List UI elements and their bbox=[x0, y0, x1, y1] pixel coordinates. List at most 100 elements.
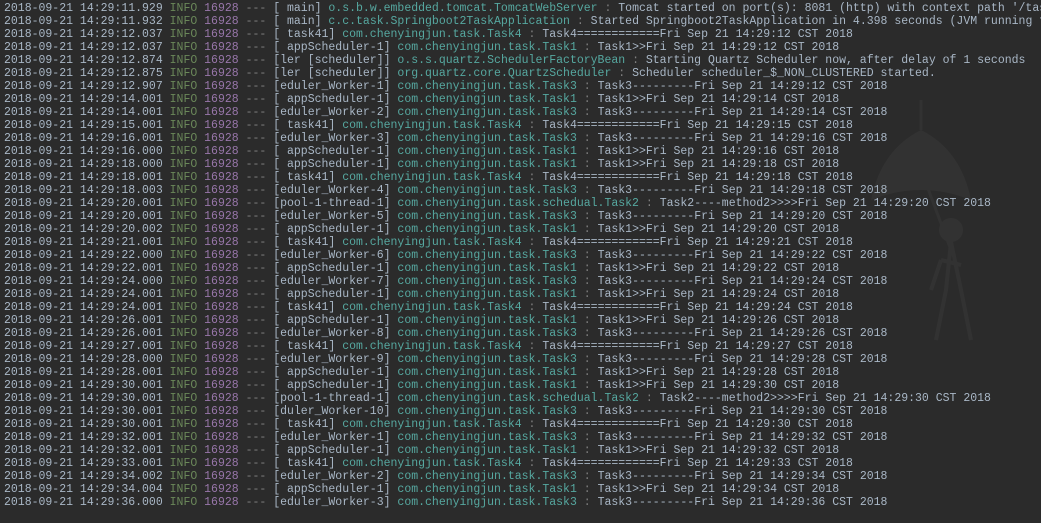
colon-separator: : bbox=[584, 223, 598, 236]
process-id: 16928 bbox=[204, 366, 239, 379]
log-line: 2018-09-21 14:29:28.001 INFO 16928 --- [… bbox=[4, 366, 1037, 379]
log-message: Task4============Fri Sep 21 14:29:21 CST… bbox=[542, 236, 853, 249]
log-level: INFO bbox=[170, 275, 198, 288]
log-line: 2018-09-21 14:29:30.001 INFO 16928 --- [… bbox=[4, 418, 1037, 431]
thread-name: [eduler_Worker-3] bbox=[273, 496, 397, 509]
log-level: INFO bbox=[170, 405, 198, 418]
log-line: 2018-09-21 14:29:20.001 INFO 16928 --- [… bbox=[4, 197, 1037, 210]
timestamp: 2018-09-21 14:29:12.907 bbox=[4, 80, 163, 93]
process-id: 16928 bbox=[204, 41, 239, 54]
logger-name: com.chenyingjun.task.Task1 bbox=[397, 93, 583, 106]
process-id: 16928 bbox=[204, 262, 239, 275]
logger-name: com.chenyingjun.task.Task1 bbox=[397, 41, 583, 54]
colon-separator: : bbox=[584, 93, 598, 106]
thread-name: [duler_Worker-10] bbox=[273, 405, 397, 418]
colon-separator: : bbox=[529, 171, 543, 184]
logger-name: com.chenyingjun.task.Task1 bbox=[397, 366, 583, 379]
thread-name: [ appScheduler-1] bbox=[273, 93, 397, 106]
process-id: 16928 bbox=[204, 54, 239, 67]
timestamp: 2018-09-21 14:29:32.001 bbox=[4, 444, 163, 457]
colon-separator: : bbox=[584, 366, 598, 379]
logger-name: com.chenyingjun.task.schedual.Task2 bbox=[397, 392, 645, 405]
colon-separator: : bbox=[646, 392, 660, 405]
log-message: Started Springboot2TaskApplication in 4.… bbox=[591, 15, 1041, 28]
thread-name: [ task41] bbox=[273, 418, 342, 431]
log-line: 2018-09-21 14:29:27.001 INFO 16928 --- [… bbox=[4, 340, 1037, 353]
log-message: Task1>>Fri Sep 21 14:29:32 CST 2018 bbox=[598, 444, 840, 457]
timestamp: 2018-09-21 14:29:34.002 bbox=[4, 470, 163, 483]
process-id: 16928 bbox=[204, 2, 239, 15]
log-message: Tomcat started on port(s): 8081 (http) w… bbox=[618, 2, 1041, 15]
separator: --- bbox=[239, 262, 274, 275]
process-id: 16928 bbox=[204, 119, 239, 132]
timestamp: 2018-09-21 14:29:20.001 bbox=[4, 197, 163, 210]
logger-name: com.chenyingjun.task.Task4 bbox=[342, 340, 528, 353]
colon-separator: : bbox=[529, 457, 543, 470]
logger-name: com.chenyingjun.task.Task3 bbox=[397, 275, 583, 288]
log-level: INFO bbox=[170, 132, 198, 145]
separator: --- bbox=[239, 249, 274, 262]
separator: --- bbox=[239, 145, 274, 158]
timestamp: 2018-09-21 14:29:14.001 bbox=[4, 93, 163, 106]
process-id: 16928 bbox=[204, 405, 239, 418]
process-id: 16928 bbox=[204, 158, 239, 171]
process-id: 16928 bbox=[204, 197, 239, 210]
separator: --- bbox=[239, 444, 274, 457]
timestamp: 2018-09-21 14:29:22.001 bbox=[4, 262, 163, 275]
colon-separator: : bbox=[584, 158, 598, 171]
log-level: INFO bbox=[170, 41, 198, 54]
log-line: 2018-09-21 14:29:11.929 INFO 16928 --- [… bbox=[4, 2, 1037, 15]
process-id: 16928 bbox=[204, 15, 239, 28]
logger-name: com.chenyingjun.task.Task3 bbox=[397, 496, 583, 509]
log-line: 2018-09-21 14:29:12.875 INFO 16928 --- [… bbox=[4, 67, 1037, 80]
log-message: Task4============Fri Sep 21 14:29:30 CST… bbox=[542, 418, 853, 431]
log-level: INFO bbox=[170, 301, 198, 314]
log-level: INFO bbox=[170, 262, 198, 275]
thread-name: [eduler_Worker-1] bbox=[273, 80, 397, 93]
timestamp: 2018-09-21 14:29:33.001 bbox=[4, 457, 163, 470]
separator: --- bbox=[239, 184, 274, 197]
process-id: 16928 bbox=[204, 496, 239, 509]
logger-name: com.chenyingjun.task.Task1 bbox=[397, 262, 583, 275]
log-output: 2018-09-21 14:29:11.929 INFO 16928 --- [… bbox=[4, 2, 1037, 509]
log-level: INFO bbox=[170, 431, 198, 444]
colon-separator: : bbox=[584, 132, 598, 145]
process-id: 16928 bbox=[204, 236, 239, 249]
log-line: 2018-09-21 14:29:24.001 INFO 16928 --- [… bbox=[4, 288, 1037, 301]
thread-name: [ appScheduler-1] bbox=[273, 483, 397, 496]
separator: --- bbox=[239, 496, 274, 509]
process-id: 16928 bbox=[204, 106, 239, 119]
thread-name: [ appScheduler-1] bbox=[273, 145, 397, 158]
logger-name: com.chenyingjun.task.Task4 bbox=[342, 28, 528, 41]
log-message: Task3---------Fri Sep 21 14:29:22 CST 20… bbox=[598, 249, 888, 262]
colon-separator: : bbox=[584, 379, 598, 392]
separator: --- bbox=[239, 314, 274, 327]
logger-name: com.chenyingjun.task.Task4 bbox=[342, 457, 528, 470]
separator: --- bbox=[239, 366, 274, 379]
colon-separator: : bbox=[618, 67, 632, 80]
log-message: Task1>>Fri Sep 21 14:29:28 CST 2018 bbox=[598, 366, 840, 379]
timestamp: 2018-09-21 14:29:11.932 bbox=[4, 15, 163, 28]
separator: --- bbox=[239, 353, 274, 366]
log-line: 2018-09-21 14:29:34.002 INFO 16928 --- [… bbox=[4, 470, 1037, 483]
logger-name: org.quartz.core.QuartzScheduler bbox=[397, 67, 618, 80]
separator: --- bbox=[239, 93, 274, 106]
thread-name: [ task41] bbox=[273, 340, 342, 353]
log-line: 2018-09-21 14:29:21.001 INFO 16928 --- [… bbox=[4, 236, 1037, 249]
log-level: INFO bbox=[170, 483, 198, 496]
logger-name: com.chenyingjun.task.Task3 bbox=[397, 184, 583, 197]
colon-separator: : bbox=[584, 210, 598, 223]
log-message: Task1>>Fri Sep 21 14:29:24 CST 2018 bbox=[598, 288, 840, 301]
log-level: INFO bbox=[170, 223, 198, 236]
logger-name: com.chenyingjun.task.Task3 bbox=[397, 249, 583, 262]
separator: --- bbox=[239, 392, 274, 405]
separator: --- bbox=[239, 301, 274, 314]
logger-name: com.chenyingjun.task.Task1 bbox=[397, 158, 583, 171]
thread-name: [ task41] bbox=[273, 171, 342, 184]
logger-name: com.chenyingjun.task.Task1 bbox=[397, 145, 583, 158]
log-level: INFO bbox=[170, 54, 198, 67]
log-level: INFO bbox=[170, 327, 198, 340]
log-level: INFO bbox=[170, 28, 198, 41]
log-line: 2018-09-21 14:29:15.001 INFO 16928 --- [… bbox=[4, 119, 1037, 132]
colon-separator: : bbox=[584, 327, 598, 340]
